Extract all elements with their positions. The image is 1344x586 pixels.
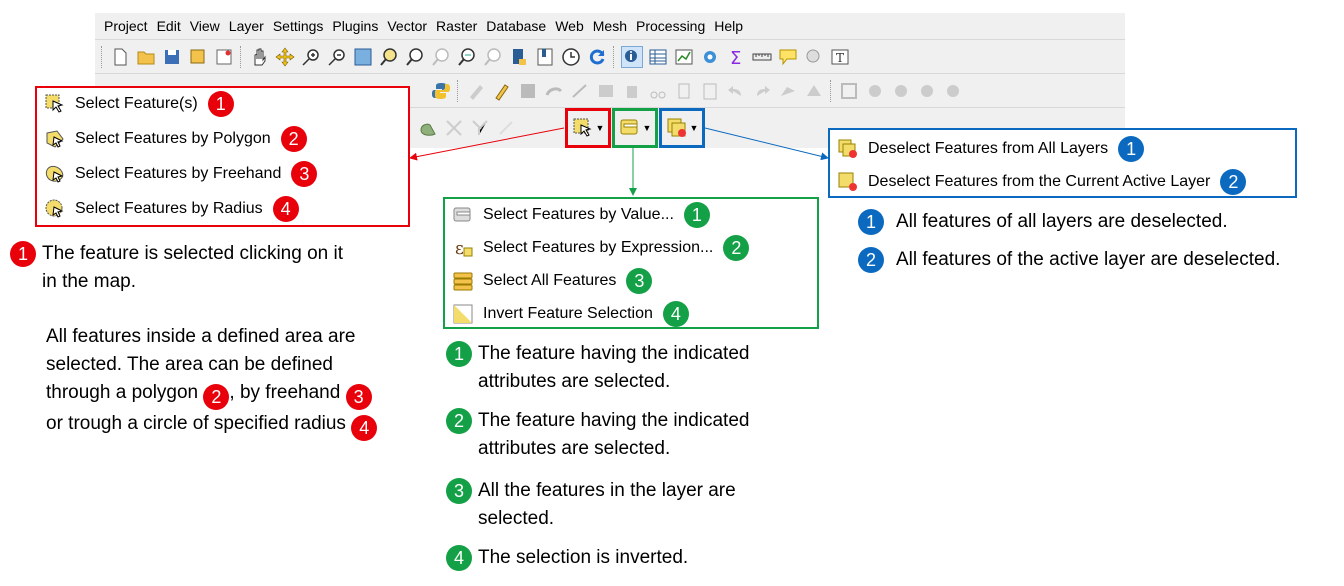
number-badge: 4 [272,196,299,222]
note-line: The feature is selected clicking on it [42,243,343,264]
number-badge: 4 [446,545,472,571]
note-line: All features of all layers are deselecte… [896,211,1228,232]
number-badge: 2 [723,235,750,261]
menu-item-select-by-radius[interactable]: Select Features by Radius 4 [45,196,299,222]
select-feature-icon [45,94,64,113]
note-text: or trough a circle of specified radius [46,413,352,434]
note-deselect-active: 2 All features of the active layer are d… [858,246,1280,274]
number-badge: 1 [683,202,710,228]
menu-item-label: Deselect Features from the Current Activ… [868,173,1211,190]
note-line: selected. The area can be defined [46,354,333,375]
menu-item-select-by-freehand[interactable]: Select Features by Freehand 3 [45,161,318,187]
note-line: attributes are selected. [478,371,671,392]
blue-arrow [704,127,829,161]
invert-selection-icon [453,304,473,324]
deselect-active-layer-icon [838,172,857,191]
note-line: All features inside a defined area are [46,326,356,347]
note-line: The feature having the indicated [478,410,750,431]
menu-item-label: Select Feature(s) [75,95,198,112]
note-line: The feature having the indicated [478,343,750,364]
expression-epsilon-icon: ε [455,239,473,258]
select-polygon-icon [46,130,64,148]
note-line: All the features in the layer are [478,480,736,501]
menu-item-deselect-active-layer[interactable]: Deselect Features from the Current Activ… [838,169,1247,195]
note-invert-selection: 4 The selection is inverted. [446,544,688,572]
menu-item-label: Invert Feature Selection [483,305,653,322]
number-badge: 2 [203,384,230,410]
note-line: All features of the active layer are des… [896,249,1281,270]
number-badge: 4 [662,301,689,327]
note-line: The selection is inverted. [478,547,689,568]
note-area-selection: All features inside a defined area are s… [46,323,378,441]
select-by-dropdown: Select Features by Value... 1 ε Select F… [443,197,819,329]
note-select-by-value: 1 The feature having the indicated attri… [446,340,749,396]
number-badge: 1 [446,341,472,367]
note-line: through a polygon 2, by freehand 3 [46,379,377,410]
menu-item-invert-selection[interactable]: Invert Feature Selection 4 [453,301,689,327]
number-badge: 3 [345,384,372,410]
number-badge: 1 [858,209,884,235]
number-badge: 2 [1220,169,1247,195]
number-badge: 2 [858,247,884,273]
menu-item-select-by-value[interactable]: Select Features by Value... 1 [453,202,710,228]
menu-item-label: Select Features by Polygon [75,130,271,147]
number-badge: 3 [291,161,318,187]
note-line: or trough a circle of specified radius 4 [46,410,378,441]
note-select-by-expression: 2 The feature having the indicated attri… [446,407,749,463]
number-badge: 1 [1118,136,1145,162]
menu-item-deselect-all-layers[interactable]: Deselect Features from All Layers 1 [838,136,1145,162]
red-arrow [409,127,565,161]
svg-text:ε: ε [455,239,464,258]
note-select-all: 3 All the features in the layer are sele… [446,477,736,533]
note-line: attributes are selected. [478,438,671,459]
note-line: in the map. [42,271,136,292]
select-radius-icon [45,199,64,218]
number-badge: 2 [446,408,472,434]
deselect-all-icon [838,139,857,158]
note-line: selected. [478,508,555,529]
deselect-dropdown: Deselect Features from All Layers 1 Dese… [828,128,1297,198]
note-text: through a polygon [46,382,204,403]
menu-item-select-by-expression[interactable]: ε Select Features by Expression... 2 [453,235,750,261]
menu-item-label: Select Features by Radius [75,200,263,217]
menu-item-label: Select All Features [483,272,617,289]
select-features-dropdown: Select Feature(s) 1 Select Features by P… [35,86,410,227]
menu-item-select-features[interactable]: Select Feature(s) 1 [45,91,234,117]
note-text: , by freehand [229,382,346,403]
select-freehand-icon [45,165,64,183]
number-badge: 3 [626,268,653,294]
select-all-icon [453,272,473,291]
number-badge: 1 [207,91,234,117]
number-badge: 2 [280,126,307,152]
menu-item-label: Deselect Features from All Layers [868,140,1109,157]
menu-item-select-all[interactable]: Select All Features 3 [453,268,653,294]
menu-item-label: Select Features by Expression... [483,239,714,256]
note-deselect-all: 1 All features of all layers are deselec… [858,208,1228,236]
menu-item-label: Select Features by Freehand [75,165,282,182]
note-select-feature: 1 The feature is selected clicking on it… [10,240,343,296]
select-by-value-icon [453,207,471,222]
menu-item-select-by-polygon[interactable]: Select Features by Polygon 2 [45,126,307,152]
number-badge: 3 [446,478,472,504]
number-badge: 1 [10,241,36,267]
number-badge: 4 [351,415,378,441]
menu-item-label: Select Features by Value... [483,206,674,223]
